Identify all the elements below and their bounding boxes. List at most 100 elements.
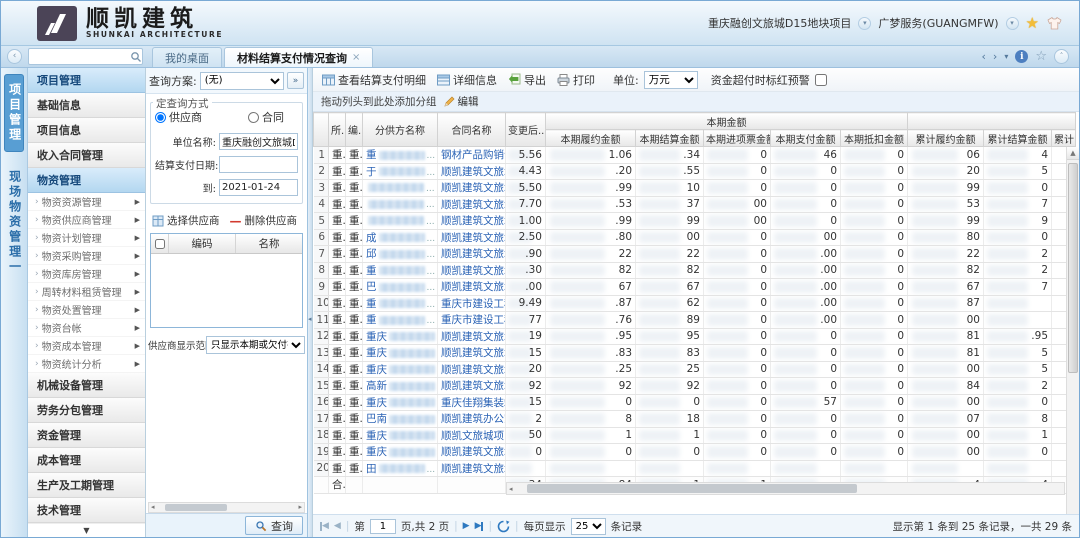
col-cur-invoice[interactable]: 本期进项票金额 xyxy=(704,130,771,147)
settle-date-input[interactable] xyxy=(219,156,298,173)
contract-link[interactable]: 重庆市建设工程... xyxy=(441,314,506,326)
print-button[interactable]: 打印 xyxy=(554,71,598,89)
table-row[interactable]: 20重..重..田...顺凯建筑文旅城... xyxy=(314,460,1076,477)
col-cur-perf[interactable]: 本期履约金额 xyxy=(546,130,636,147)
prev-page-button[interactable]: ◀ xyxy=(334,521,341,531)
table-row[interactable]: 10重..重..重...重庆市建设工程...9.49.87620.00087 xyxy=(314,295,1076,312)
module-tab-1[interactable]: 现场物资管理一 xyxy=(5,162,22,283)
project-dropdown-icon[interactable]: ▾ xyxy=(858,17,871,30)
sidebar-more-icon[interactable]: ▼ xyxy=(28,523,145,537)
table-row[interactable]: 13重..重..重庆...顺凯建筑文旅城...15.8383000815 xyxy=(314,345,1076,362)
col-acc-more[interactable]: 累计 xyxy=(1052,130,1076,147)
sidebar-item[interactable]: ›物资台帐▶ xyxy=(28,319,145,337)
query-button[interactable]: 查询 xyxy=(245,516,303,535)
table-row[interactable]: 9重..重..巴...顺凯建筑文旅城....0067670.000677 xyxy=(314,279,1076,296)
mini-col-code[interactable]: 编码 xyxy=(169,234,236,253)
contract-link[interactable]: 顺凯建筑文旅城... xyxy=(441,166,506,178)
contract-link[interactable]: 重庆市建设工程... xyxy=(441,298,506,310)
grid-h-scrollbar[interactable]: ◂ xyxy=(506,482,1065,495)
sidebar-item[interactable]: ›物资计划管理▶ xyxy=(28,229,145,247)
edit-columns-button[interactable]: 编辑 xyxy=(444,94,479,109)
contract-link[interactable]: 顺凯建筑文旅城... xyxy=(441,364,506,376)
overpay-warn-checkbox[interactable] xyxy=(815,74,827,86)
col-code[interactable]: 编.. xyxy=(346,113,363,147)
table-row[interactable]: 6重..重..成...顺凯建筑文旅城...2.50.80000000800 xyxy=(314,229,1076,246)
help-info-icon[interactable]: i xyxy=(1015,50,1028,63)
per-page-select[interactable]: 25 xyxy=(571,518,606,535)
unit-select[interactable]: 万元 xyxy=(644,71,698,89)
supplier-cell[interactable]: 重庆... xyxy=(363,328,438,345)
supplier-cell[interactable]: 重... xyxy=(363,147,438,164)
scrollbar-thumb[interactable] xyxy=(165,504,227,511)
query-plan-select[interactable]: (无) xyxy=(200,72,284,90)
scroll-up-icon[interactable]: ▲ xyxy=(1067,147,1079,160)
supplier-cell[interactable]: 高新... xyxy=(363,378,438,395)
col-contract[interactable]: 合同名称 xyxy=(438,113,506,147)
mini-checkbox[interactable] xyxy=(151,234,169,253)
sidebar-item[interactable]: 基础信息 xyxy=(28,93,145,118)
h-scrollbar-thumb[interactable] xyxy=(527,484,857,493)
favorites-star-icon[interactable]: ★ xyxy=(1026,14,1039,32)
contract-link[interactable]: 顺凯建筑文旅城... xyxy=(441,265,506,277)
query-h-scrollbar[interactable]: ◂ ▸ xyxy=(148,502,305,513)
supplier-cell[interactable]: ... xyxy=(363,196,438,213)
table-row[interactable]: 19重..重..重庆...顺凯建筑文旅城...000000000 xyxy=(314,444,1076,461)
supplier-cell[interactable]: 成... xyxy=(363,229,438,246)
contract-link[interactable]: 钢材产品购销合同 xyxy=(441,149,506,161)
sidebar-item[interactable]: 生产及工期管理 xyxy=(28,473,145,498)
col-org[interactable]: 所.. xyxy=(329,113,346,147)
sidebar-item[interactable]: ›物资统计分析▶ xyxy=(28,355,145,373)
contract-link[interactable]: 顺凯建筑文旅城... xyxy=(441,248,506,260)
refresh-icon[interactable] xyxy=(497,520,510,533)
contract-link[interactable]: 顺凯建筑文旅城... xyxy=(441,232,506,244)
grid-scroll-left-icon[interactable]: ◂ xyxy=(507,485,515,493)
menu-search[interactable] xyxy=(28,48,143,65)
supplier-cell[interactable]: 重庆... xyxy=(363,361,438,378)
sidebar-item[interactable]: 劳务分包管理 xyxy=(28,398,145,423)
radio-contract[interactable]: 合同 xyxy=(248,109,284,125)
supplier-cell[interactable]: 重... xyxy=(363,295,438,312)
splitter-collapse-icon[interactable]: ◂ xyxy=(308,315,312,323)
export-button[interactable]: 导出 xyxy=(505,71,549,89)
contract-link[interactable]: 顺凯建筑办公家... xyxy=(441,413,506,425)
supplier-cell[interactable]: ... xyxy=(363,180,438,197)
contract-link[interactable]: 顺凯建筑文旅城... xyxy=(441,463,506,475)
grid-v-scrollbar[interactable]: ▲ xyxy=(1066,147,1079,514)
collapse-left-icon[interactable]: ‹ xyxy=(7,49,22,64)
user-dropdown-icon[interactable]: ▾ xyxy=(1006,17,1019,30)
tab-close-icon[interactable]: × xyxy=(352,52,360,63)
table-row[interactable]: 11重..重..重...重庆市建设工程...77.76890.00000 xyxy=(314,312,1076,329)
table-row[interactable]: 17重..重..巴南...顺凯建筑办公家...2818000078 xyxy=(314,411,1076,428)
favorite-tab-icon[interactable]: ☆ xyxy=(1035,49,1047,64)
sidebar-item[interactable]: 技术管理 xyxy=(28,498,145,523)
unit-name-input[interactable] xyxy=(219,133,298,150)
col-acc-settle[interactable]: 累计结算金额 xyxy=(984,130,1052,147)
sidebar-item[interactable]: 物资管理 xyxy=(28,168,145,193)
contract-link[interactable]: 顺凯建筑文旅城... xyxy=(441,199,506,211)
tab-forward-icon[interactable]: › xyxy=(993,50,997,63)
sidebar-item[interactable]: ›周转材料租赁管理▶ xyxy=(28,283,145,301)
detail-info-button[interactable]: 详细信息 xyxy=(434,71,500,89)
sidebar-item[interactable]: ›物资供应商管理▶ xyxy=(28,211,145,229)
supplier-range-select[interactable]: 只显示本期或欠付有值 xyxy=(206,336,305,354)
first-page-button[interactable]: ◀ xyxy=(320,521,329,531)
sidebar-item[interactable]: 成本管理 xyxy=(28,448,145,473)
supplier-cell[interactable]: 重庆... xyxy=(363,444,438,461)
contract-link[interactable]: 顺凯建筑文旅城... xyxy=(441,380,506,392)
scroll-right-icon[interactable]: ▸ xyxy=(298,503,302,512)
col-acc-perf[interactable]: 累计履约金额 xyxy=(908,130,984,147)
col-supplier[interactable]: 分供方名称 xyxy=(363,113,438,147)
page-input[interactable] xyxy=(370,519,396,534)
search-input[interactable] xyxy=(29,51,130,62)
table-row[interactable]: 8重..重..重...顺凯建筑文旅城....3082820.000822 xyxy=(314,262,1076,279)
grid-header[interactable]: 所.. 编.. 分供方名称 合同名称 变更后... 本期金额 本期履约金额 本期… xyxy=(314,113,1076,147)
module-tab-0[interactable]: 项目管理 xyxy=(4,74,23,152)
contract-link[interactable]: 重庆佳翔集装箱... xyxy=(441,397,506,409)
last-page-button[interactable]: ▶ xyxy=(475,521,484,531)
tab-0[interactable]: 我的桌面 xyxy=(152,47,222,67)
supplier-cell[interactable]: 重庆... xyxy=(363,394,438,411)
sidebar-item[interactable]: ›物资资源管理▶ xyxy=(28,193,145,211)
col-cur-deduct[interactable]: 本期抵扣金额 xyxy=(841,130,908,147)
supplier-cell[interactable]: 巴南... xyxy=(363,411,438,428)
contract-link[interactable]: 顺凯建筑文旅城... xyxy=(441,281,506,293)
